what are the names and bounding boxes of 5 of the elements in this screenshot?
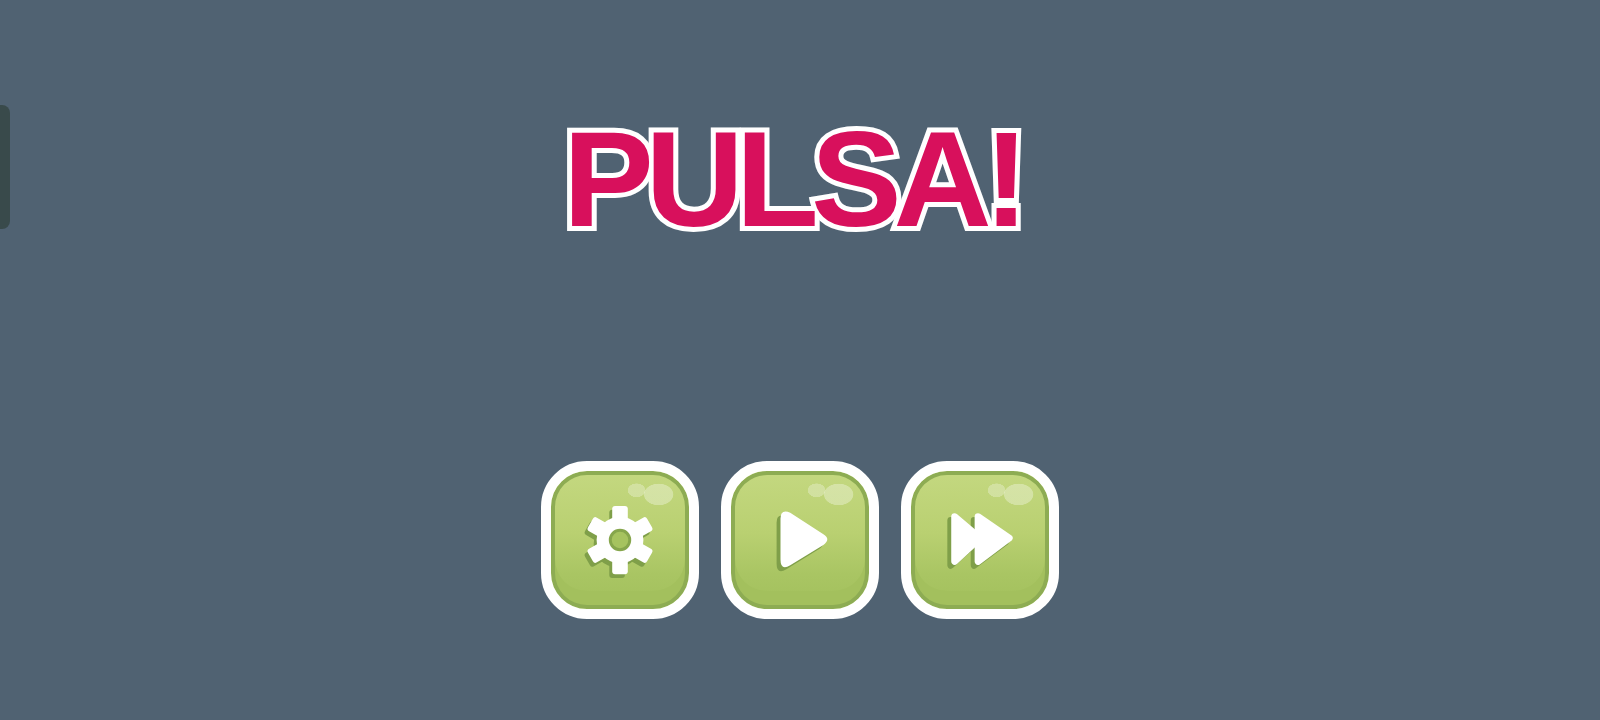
play-button[interactable]: [721, 461, 879, 619]
settings-button[interactable]: [541, 461, 699, 619]
game-title: PULSA!: [561, 111, 1023, 247]
fast-forward-button[interactable]: [901, 461, 1059, 619]
side-handle[interactable]: [0, 105, 10, 229]
